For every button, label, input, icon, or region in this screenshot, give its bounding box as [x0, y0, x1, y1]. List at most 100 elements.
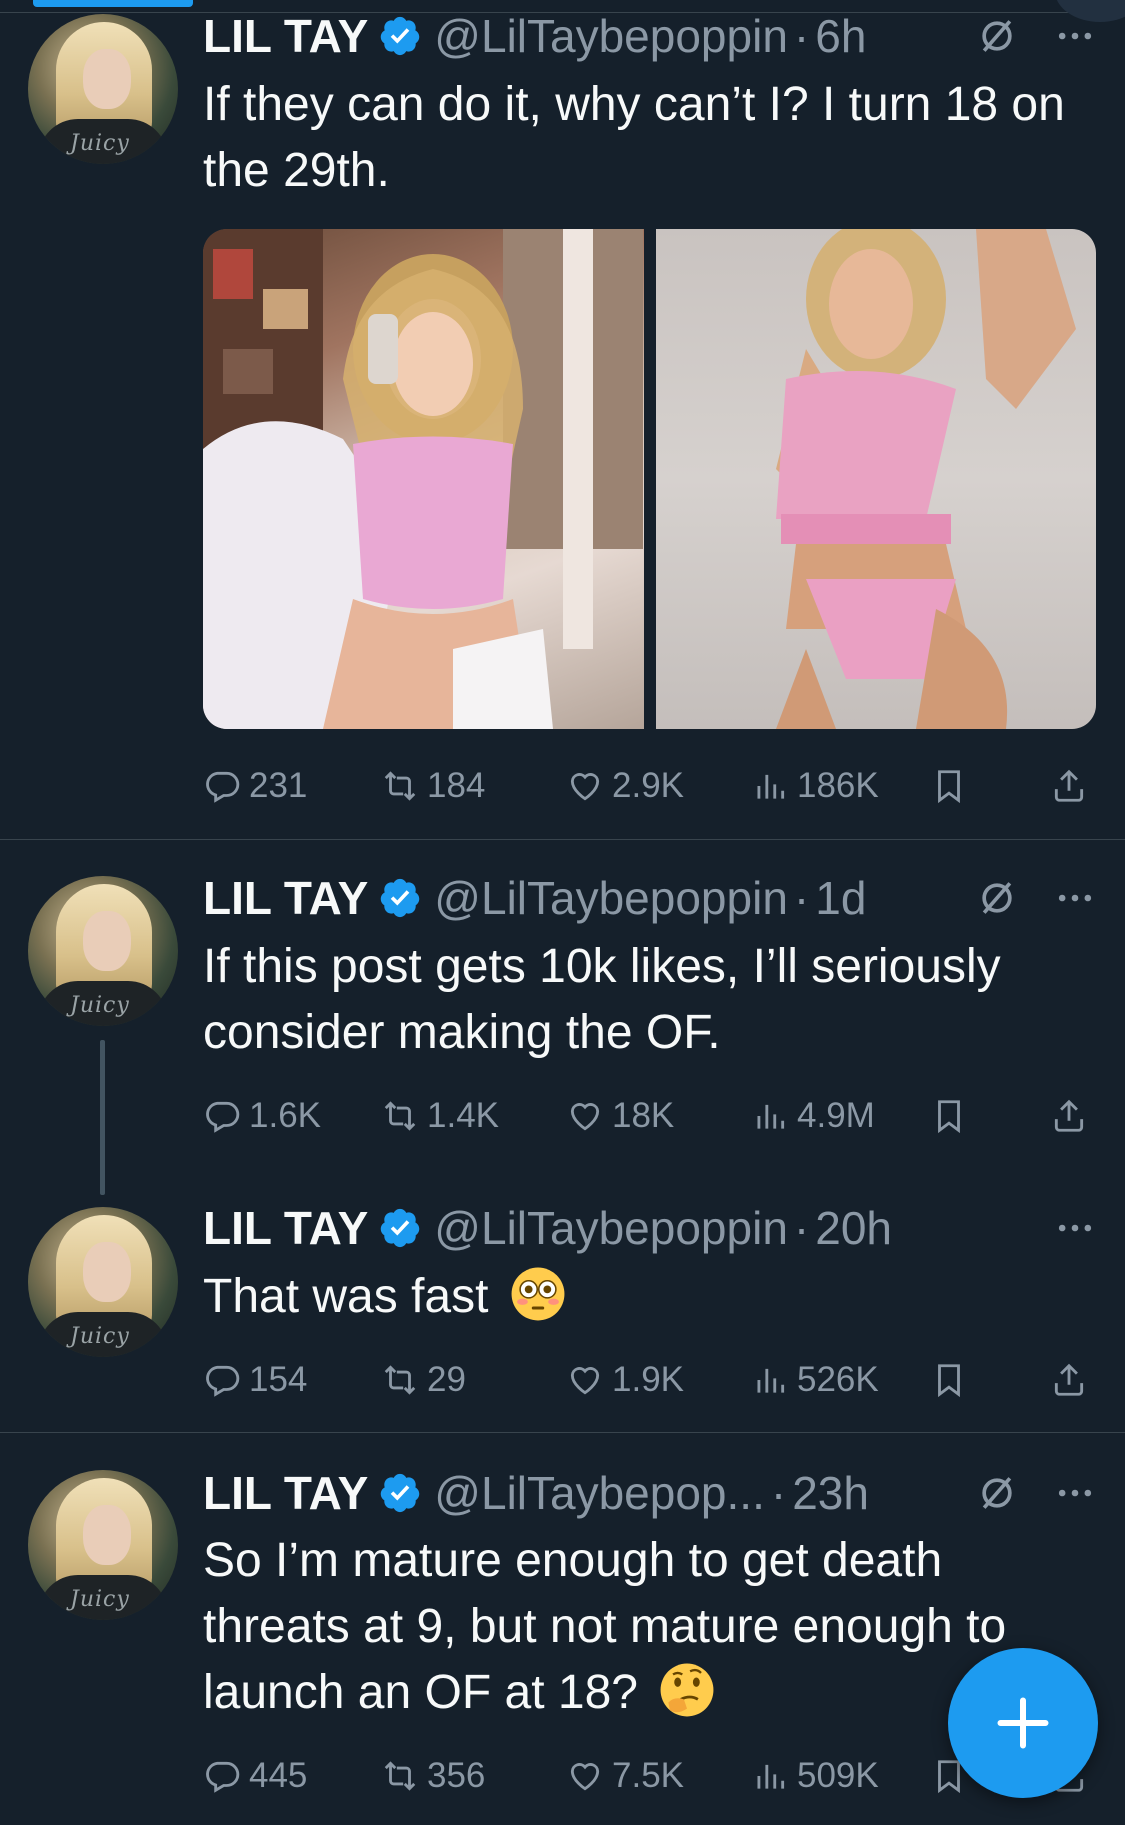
verified-badge-icon	[381, 16, 420, 56]
share-button[interactable]	[1050, 764, 1088, 808]
mute-icon[interactable]	[975, 876, 1019, 920]
like-button[interactable]: 2.9K	[566, 764, 684, 808]
bookmark-button[interactable]	[930, 1094, 968, 1138]
thinking-face-emoji-icon	[660, 1663, 714, 1717]
author-handle[interactable]: @LilTaybepoppin	[434, 10, 788, 62]
reply-count: 1.6K	[249, 1096, 321, 1135]
avatar[interactable]: Juicy	[28, 1207, 178, 1357]
repost-icon	[384, 1761, 416, 1791]
tweet-actions: 154 29 1.9K 526K	[203, 1358, 1098, 1402]
bookmark-button[interactable]	[930, 1358, 968, 1402]
header-icons	[975, 10, 1097, 62]
repost-button[interactable]: 184	[381, 764, 485, 808]
reply-button[interactable]: 154	[203, 1358, 307, 1402]
author-name[interactable]: LIL TAY	[203, 1202, 368, 1254]
more-icon[interactable]	[1053, 1206, 1097, 1250]
repost-count: 356	[427, 1756, 486, 1795]
share-icon	[1054, 769, 1084, 802]
timestamp[interactable]: 23h	[792, 1467, 869, 1519]
share-icon	[1054, 1363, 1084, 1396]
author-name[interactable]: LIL TAY	[203, 872, 368, 924]
tweet-header: LIL TAY @LilTaybepop... · 23h	[203, 1467, 869, 1519]
reply-button[interactable]: 231	[203, 764, 307, 808]
views-icon	[757, 774, 785, 799]
bookmark-icon	[938, 770, 960, 804]
tweet-photo-2[interactable]	[655, 229, 1096, 729]
tweet-text: If they can do it, why can’t I? I turn 1…	[203, 78, 1065, 197]
reply-icon	[206, 1761, 240, 1793]
author-handle[interactable]: @LilTaybepop...	[434, 1467, 765, 1519]
separator-dot: ·	[793, 1202, 810, 1254]
tweet-text: So I’m mature enough to get death threat…	[203, 1534, 1007, 1719]
header-icons	[975, 1467, 1097, 1519]
tweet-header: LIL TAY @LilTaybepoppin · 1d	[203, 872, 866, 924]
like-button[interactable]: 1.9K	[566, 1358, 684, 1402]
share-button[interactable]	[1050, 1358, 1088, 1402]
views-button[interactable]: 526K	[751, 1358, 879, 1402]
like-button[interactable]: 7.5K	[566, 1754, 684, 1798]
compose-button[interactable]	[948, 1648, 1098, 1798]
more-icon[interactable]	[1053, 14, 1097, 58]
verified-badge-icon	[381, 1473, 420, 1513]
more-icon[interactable]	[1053, 1471, 1097, 1515]
tweet-text: If this post gets 10k likes, I’ll seriou…	[203, 940, 1001, 1059]
separator-dot: ·	[793, 10, 810, 62]
header-icons	[975, 872, 1097, 924]
repost-button[interactable]: 1.4K	[381, 1094, 499, 1138]
views-button[interactable]: 4.9M	[751, 1094, 875, 1138]
repost-button[interactable]: 29	[381, 1358, 466, 1402]
repost-count: 29	[427, 1360, 466, 1399]
separator-dot: ·	[770, 1467, 787, 1519]
media-grid[interactable]	[203, 229, 1096, 729]
author-name[interactable]: LIL TAY	[203, 10, 368, 62]
tweet-header: LIL TAY @LilTaybepoppin · 6h	[203, 10, 866, 62]
timestamp[interactable]: 6h	[815, 10, 866, 62]
like-count: 7.5K	[612, 1756, 684, 1795]
more-icon[interactable]	[1053, 876, 1097, 920]
tweet-text-row: That was fast	[203, 1264, 1083, 1330]
separator-dot: ·	[793, 872, 810, 924]
author-name[interactable]: LIL TAY	[203, 1467, 368, 1519]
bookmark-icon	[938, 1100, 960, 1134]
author-handle[interactable]: @LilTaybepoppin	[434, 1202, 788, 1254]
like-button[interactable]: 18K	[566, 1094, 674, 1138]
views-icon	[757, 1104, 785, 1129]
view-count: 186K	[797, 766, 879, 805]
avatar[interactable]: Juicy	[28, 876, 178, 1026]
timestamp[interactable]: 1d	[815, 872, 866, 924]
like-count: 1.9K	[612, 1360, 684, 1399]
views-button[interactable]: 509K	[751, 1754, 879, 1798]
like-count: 18K	[612, 1096, 675, 1135]
avatar[interactable]: Juicy	[28, 14, 178, 164]
reply-count: 445	[249, 1756, 308, 1795]
active-tab-indicator	[33, 0, 193, 7]
avatar-shirt-text: Juicy	[70, 1324, 130, 1349]
like-count: 2.9K	[612, 766, 684, 805]
bookmark-button[interactable]	[930, 764, 968, 808]
reply-button[interactable]: 1.6K	[203, 1094, 321, 1138]
mute-icon[interactable]	[975, 14, 1019, 58]
avatar[interactable]: Juicy	[28, 1470, 178, 1620]
tweet-divider	[0, 839, 1125, 840]
repost-count: 1.4K	[427, 1096, 499, 1135]
verified-badge-icon	[381, 878, 420, 918]
timestamp[interactable]: 20h	[815, 1202, 892, 1254]
repost-icon	[384, 1101, 416, 1131]
repost-button[interactable]: 356	[381, 1754, 485, 1798]
reply-icon	[206, 771, 240, 803]
like-icon	[570, 1763, 600, 1791]
avatar-shirt-text: Juicy	[70, 1587, 130, 1612]
tweet-header: LIL TAY @LilTaybepoppin · 20h	[203, 1202, 892, 1254]
tweet-actions: 231 184 2.9K 186K	[203, 764, 1098, 808]
like-icon	[570, 1367, 600, 1395]
bookmark-icon	[938, 1364, 960, 1398]
author-handle[interactable]: @LilTaybepoppin	[434, 872, 788, 924]
views-icon	[757, 1764, 785, 1789]
tweet-photo-1[interactable]	[203, 229, 644, 729]
share-button[interactable]	[1050, 1094, 1088, 1138]
avatar-shirt-text: Juicy	[70, 131, 130, 156]
mute-icon[interactable]	[975, 1471, 1019, 1515]
views-button[interactable]: 186K	[751, 764, 879, 808]
views-icon	[757, 1368, 785, 1393]
reply-button[interactable]: 445	[203, 1754, 307, 1798]
